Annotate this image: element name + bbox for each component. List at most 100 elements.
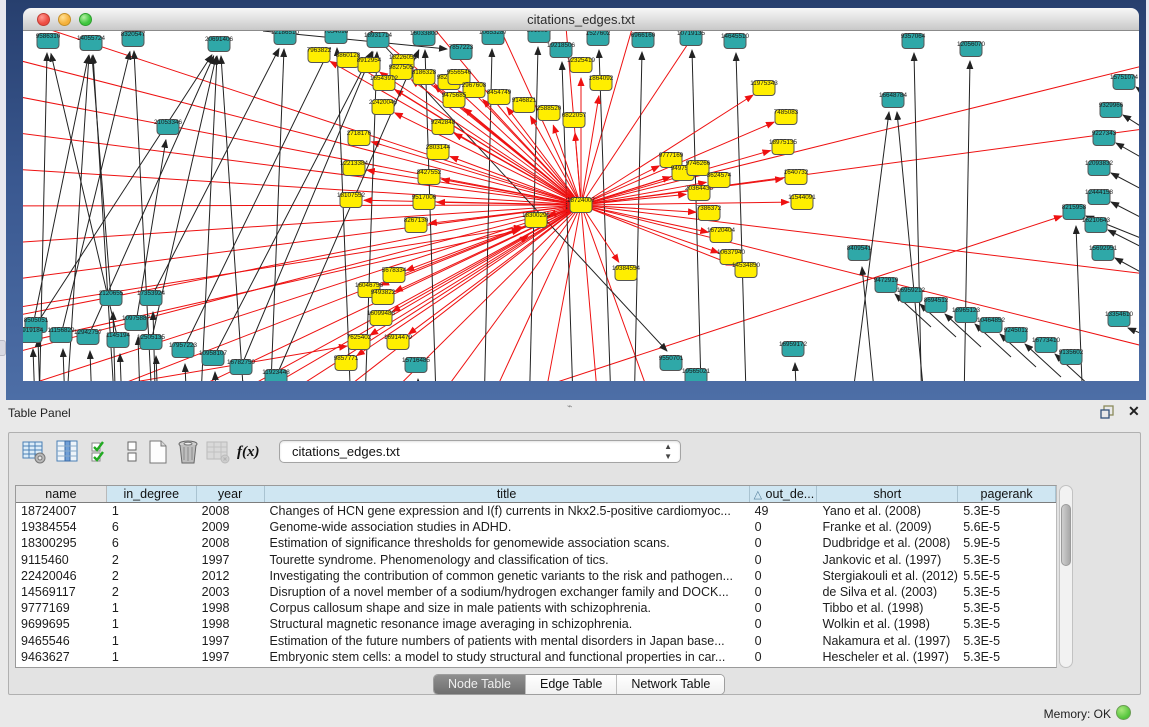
graph-node-label: 14055724 — [77, 35, 106, 42]
select-all-checks-icon[interactable] — [89, 439, 115, 465]
node-table[interactable]: namein_degreeyeartitle△ out_de...shortpa… — [15, 485, 1057, 668]
delete-table-icon[interactable] — [205, 439, 231, 465]
table-row[interactable]: 911546021997Tourette syndrome. Phenomeno… — [16, 552, 1056, 568]
graph-edge — [33, 349, 37, 381]
show-column-icon[interactable] — [55, 439, 81, 465]
new-column-icon[interactable] — [145, 439, 171, 465]
graph-node-label: 8215958 — [1062, 204, 1087, 211]
graph-edge — [23, 46, 581, 205]
column-header-pagerank[interactable]: pagerank — [958, 486, 1056, 502]
graph-edge — [897, 112, 931, 381]
graph-node-label: 16648784 — [879, 92, 908, 99]
cell-in_degree: 1 — [107, 600, 197, 616]
graph-edge — [1116, 143, 1139, 181]
column-header-short[interactable]: short — [817, 486, 958, 502]
scrollbar-thumb[interactable] — [1061, 504, 1071, 566]
unselect-rows-icon[interactable] — [119, 439, 145, 465]
cell-in_degree: 6 — [107, 519, 197, 535]
column-header-name[interactable]: name — [16, 486, 107, 502]
table-vertical-scrollbar[interactable] — [1059, 485, 1073, 668]
graph-node-label: 20691406 — [205, 36, 234, 43]
cytoscape-desktop: citations_edges.txt 18724007183002951938… — [6, 0, 1146, 400]
cell-pagerank: 5.3E-5 — [958, 649, 1056, 665]
table-header-row[interactable]: namein_degreeyeartitle△ out_de...shortpa… — [16, 486, 1056, 503]
cell-out_degree: 0 — [750, 552, 818, 568]
tab-network-table[interactable]: Network Table — [617, 675, 724, 694]
graph-node-label: 11156829 — [47, 327, 75, 334]
graph-edge — [795, 363, 799, 381]
table-row[interactable]: 1456911722003Disruption of a novel membe… — [16, 584, 1056, 600]
table-selector-value: citations_edges.txt — [292, 444, 400, 459]
cell-in_degree: 1 — [107, 633, 197, 649]
graph-node-label: 16782759 — [227, 359, 256, 366]
tab-node-table[interactable]: Node Table — [434, 675, 526, 694]
cell-title: Estimation of significance thresholds fo… — [265, 535, 750, 551]
close-panel-icon[interactable]: ✕ — [1128, 403, 1140, 420]
graph-node-label: 1527602 — [586, 31, 611, 37]
table-row[interactable]: 946362711997Embryonic stem cells: a mode… — [16, 649, 1056, 665]
graph-node-label: 18226058 — [389, 54, 418, 61]
float-panel-icon[interactable] — [1100, 405, 1116, 419]
cell-out_degree: 0 — [750, 633, 818, 649]
table-row[interactable]: 1938455462009Genome-wide association stu… — [16, 519, 1056, 535]
graph-node-label: 16543912 — [370, 75, 399, 82]
cell-year: 1997 — [197, 633, 265, 649]
graph-node-label: 21053346 — [154, 119, 183, 126]
delete-column-trash-icon[interactable] — [175, 439, 201, 465]
graph-node-label: 12505135 — [137, 334, 166, 341]
column-header-out_degree[interactable]: △ out_de... — [750, 486, 818, 502]
table-selector-dropdown[interactable]: citations_edges.txt ▲▼ — [279, 440, 681, 463]
graph-node-label: 11975343 — [750, 80, 778, 87]
graph-node-label: 12186510 — [271, 31, 300, 36]
graph-node-label: 2120655 — [99, 290, 124, 297]
cell-short: Tibbo et al. (1998) — [817, 600, 958, 616]
graph-edge — [1123, 115, 1139, 153]
cell-year: 1998 — [197, 600, 265, 616]
cell-year: 2009 — [197, 519, 265, 535]
table-row[interactable]: 946554611997Estimation of the future num… — [16, 633, 1056, 649]
graph-node-label: 16959212 — [897, 287, 926, 294]
graph-node-label: 9857771 — [334, 355, 359, 362]
memory-status-label: Memory: OK — [1044, 707, 1111, 721]
graph-node-label: 9556546 — [447, 69, 472, 76]
tab-edge-table[interactable]: Edge Table — [526, 675, 617, 694]
graph-node-label: 1145194 — [106, 332, 131, 339]
network-window-titlebar[interactable]: citations_edges.txt — [23, 8, 1139, 31]
graph-node-label: 8694512 — [924, 297, 949, 304]
function-builder-icon[interactable]: f(x) — [237, 439, 271, 465]
table-row[interactable]: 977716911998Corpus callosum shape and si… — [16, 600, 1056, 616]
cell-short: Stergiakouli et al. (2012) — [817, 568, 958, 584]
column-header-in_degree[interactable]: in_degree — [107, 486, 197, 502]
memory-status-indicator[interactable] — [1116, 705, 1131, 720]
graph-edge — [914, 53, 923, 381]
column-header-year[interactable]: year — [197, 486, 265, 502]
graph-node-label: 8813054 — [527, 31, 552, 34]
cell-year: 2008 — [197, 535, 265, 551]
column-header-title[interactable]: title — [265, 486, 750, 502]
graph-edge — [581, 51, 1139, 205]
cell-pagerank: 5.3E-5 — [958, 584, 1056, 600]
graph-node-label: 9357064 — [901, 33, 926, 40]
sort-ascending-icon: △ — [754, 489, 762, 501]
table-row[interactable]: 2242004622012Investigating the contribut… — [16, 568, 1056, 584]
table-type-tabs: Node TableEdge TableNetwork Table — [433, 674, 725, 695]
table-body[interactable]: 1872400712008Changes of HCN gene express… — [16, 503, 1056, 665]
cell-title: Estimation of the future numbers of pati… — [265, 633, 750, 649]
graph-node-label: 9517006 — [412, 194, 437, 201]
graph-edge — [581, 205, 603, 381]
cell-year: 2012 — [197, 568, 265, 584]
network-canvas[interactable]: 1872400718300295193845549777169949756897… — [23, 31, 1139, 381]
table-mode-icon[interactable] — [21, 439, 47, 465]
table-row[interactable]: 1872400712008Changes of HCN gene express… — [16, 503, 1056, 519]
graph-node-label: 12444158 — [1085, 189, 1114, 196]
graph-node-label: 8409541 — [847, 245, 872, 252]
graph-node-label: 12093832 — [1085, 160, 1114, 167]
collapsed-panel-handle[interactable] — [0, 340, 6, 356]
table-row[interactable]: 1830029562008Estimation of significance … — [16, 535, 1056, 551]
graph-node-label: 9227343 — [1092, 130, 1117, 137]
table-row[interactable]: 969969511998Structural magnetic resonanc… — [16, 616, 1056, 632]
panel-resize-grip[interactable]: ⌁ — [567, 401, 572, 412]
cell-out_degree: 0 — [750, 600, 818, 616]
graph-node-label: 9550701 — [659, 355, 684, 362]
cell-short: Nakamura et al. (1997) — [817, 633, 958, 649]
